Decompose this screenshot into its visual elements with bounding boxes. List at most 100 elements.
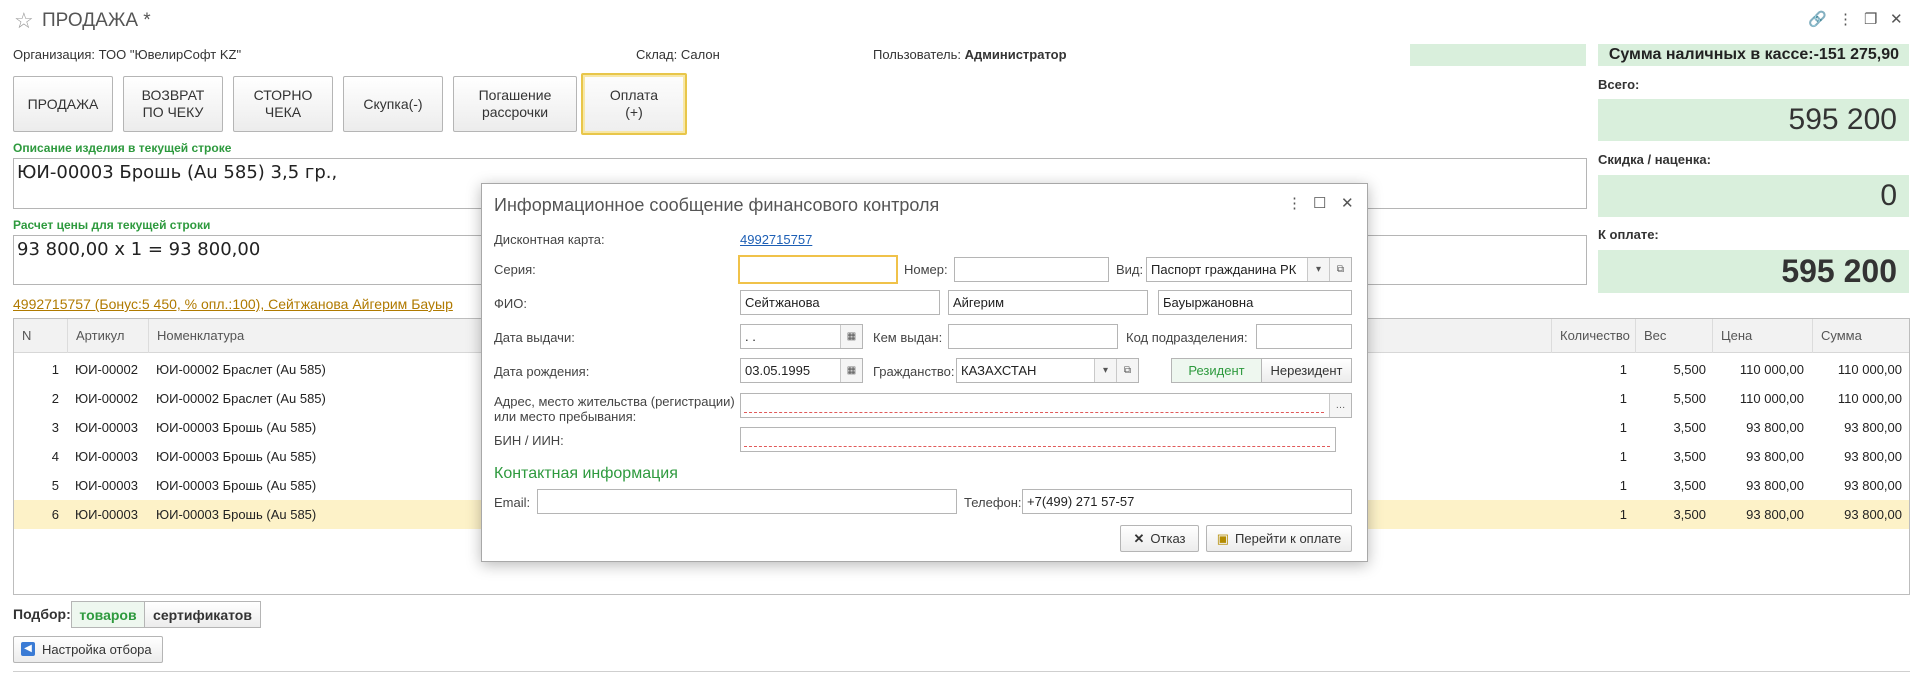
cell-weight: 3,500 [1673,420,1706,435]
contact-info-header: Контактная информация [494,465,678,482]
user-value: Администратор [964,47,1067,62]
col-sum[interactable]: Сумма [1812,319,1911,353]
series-input[interactable] [738,255,898,284]
dept-code-input[interactable] [1256,324,1352,349]
close-icon[interactable]: ✕ [1890,10,1903,28]
cell-n: 6 [51,507,59,522]
cancel-button[interactable]: ✕ Отказ [1120,525,1199,552]
col-n[interactable]: N [14,319,67,353]
store-info: Склад: Салон [636,47,720,62]
cell-qty: 1 [1619,362,1627,377]
chevron-down-icon[interactable]: ▾ [1094,359,1116,382]
col-quantity[interactable]: Количество [1551,319,1635,353]
cell-article: ЮИ-00003 [75,449,138,464]
cell-sum: 110 000,00 [1837,391,1902,406]
restore-window-icon[interactable]: ❐ [1864,10,1877,28]
discount-card-link[interactable]: 4992715757 (Бонус:5 450, % опл.:100), Се… [13,296,453,312]
filter-settings-button[interactable]: ◀ Настройка отбора [13,636,163,663]
more-menu-icon[interactable]: ⋮ [1838,10,1853,28]
last-name-input[interactable]: Сейтжанова [740,290,940,315]
issue-date-value: . . [745,329,756,344]
link-icon[interactable]: 🔗 [1808,10,1827,28]
bin-label: БИН / ИИН: [494,433,564,448]
resident-toggle[interactable]: Резидент [1171,358,1262,383]
citizenship-value: КАЗАХСТАН [961,363,1037,378]
filter-icon: ◀ [21,642,35,656]
organization-info: Организация: ТОО "ЮвелирСофт KZ" [13,47,241,62]
select-goods-button[interactable]: товаров [71,601,145,628]
financial-control-dialog: Информационное сообщение финансового кон… [481,183,1368,562]
chevron-down-icon[interactable]: ▾ [1307,258,1329,281]
cell-sum: 93 800,00 [1844,449,1902,464]
org-label: Организация: [13,47,96,62]
calendar-icon[interactable]: ▦ [840,325,862,348]
cell-price: 93 800,00 [1746,449,1804,464]
cell-price: 93 800,00 [1746,478,1804,493]
page-title: ПРОДАЖА * [42,10,151,31]
calendar-icon[interactable]: ▦ [840,359,862,382]
open-icon[interactable]: ⧉ [1329,258,1351,281]
dialog-more-icon[interactable]: ⋮ [1287,194,1302,212]
cell-article: ЮИ-00003 [75,478,138,493]
address-label-line1: Адрес, место жительства (регистрации) [494,394,735,409]
cancel-button-label: Отказ [1150,531,1186,546]
select-certificates-button[interactable]: сертификатов [144,601,261,628]
installment-payment-button[interactable]: Погашение рассрочки [453,76,577,132]
phone-label: Телефон: [964,495,1022,510]
cell-article: ЮИ-00003 [75,507,138,522]
cell-weight: 5,500 [1673,391,1706,406]
cell-n: 2 [51,391,59,406]
sale-button[interactable]: ПРОДАЖА [13,76,113,132]
issued-by-input[interactable] [948,324,1118,349]
return-by-receipt-button[interactable]: ВОЗВРАТ ПО ЧЕКУ [123,76,223,132]
cell-qty: 1 [1619,420,1627,435]
birth-date-label: Дата рождения: [494,364,590,379]
dialog-maximize-icon[interactable]: ☐ [1313,194,1326,212]
address-input[interactable]: … [740,393,1352,418]
cell-weight: 3,500 [1673,449,1706,464]
nonresident-toggle[interactable]: Нерезидент [1261,358,1352,383]
card-label: Дисконтная карта: [494,232,605,247]
store-label: Склад: [636,47,678,62]
issue-date-input[interactable]: . . ▦ [740,324,863,349]
cell-price: 93 800,00 [1746,420,1804,435]
go-to-payment-label: Перейти к оплате [1235,531,1342,546]
bin-input[interactable] [740,427,1336,452]
birth-date-input[interactable]: 03.05.1995 ▦ [740,358,863,383]
document-kind-select[interactable]: Паспорт гражданина РК ▾ ⧉ [1146,257,1352,282]
address-label-line2: или место пребывания: [494,409,637,424]
email-label: Email: [494,495,531,510]
citizenship-label: Гражданство: [873,364,955,379]
col-article[interactable]: Артикул [67,319,148,353]
payment-button[interactable]: Оплата (+) [581,73,687,135]
cell-article: ЮИ-00003 [75,420,138,435]
filter-settings-label: Настройка отбора [42,642,152,657]
dialog-close-icon[interactable]: ✕ [1341,194,1354,212]
cell-qty: 1 [1619,391,1627,406]
open-icon[interactable]: ⧉ [1116,359,1138,382]
buyback-button[interactable]: Скупка(-) [343,76,443,132]
phone-input[interactable]: +7(499) 271 57-57 [1022,489,1352,514]
number-label: Номер: [904,262,948,277]
user-info: Пользователь: Администратор [873,47,1067,62]
col-weight[interactable]: Вес [1635,319,1712,353]
cell-n: 4 [51,449,59,464]
go-to-payment-button[interactable]: ▣ Перейти к оплате [1206,525,1352,552]
cell-weight: 5,500 [1673,362,1706,377]
col-price[interactable]: Цена [1712,319,1812,353]
cell-weight: 3,500 [1673,507,1706,522]
description-label: Описание изделия в текущей строке [13,141,232,155]
dialog-title: Информационное сообщение финансового кон… [494,195,940,215]
favorite-star-icon[interactable]: ☆ [14,8,34,34]
storno-receipt-button[interactable]: СТОРНО ЧЕКА [233,76,333,132]
number-input[interactable] [954,257,1109,282]
first-name-input[interactable]: Айгерим [948,290,1148,315]
address-more-icon[interactable]: … [1329,394,1351,417]
middle-name-input[interactable]: Бауыржановна [1158,290,1352,315]
card-number-link[interactable]: 4992715757 [740,232,812,247]
citizenship-select[interactable]: КАЗАХСТАН ▾ ⧉ [956,358,1139,383]
email-input[interactable] [537,489,957,514]
cell-sum: 110 000,00 [1837,362,1902,377]
cell-qty: 1 [1619,478,1627,493]
issue-date-label: Дата выдачи: [494,330,575,345]
